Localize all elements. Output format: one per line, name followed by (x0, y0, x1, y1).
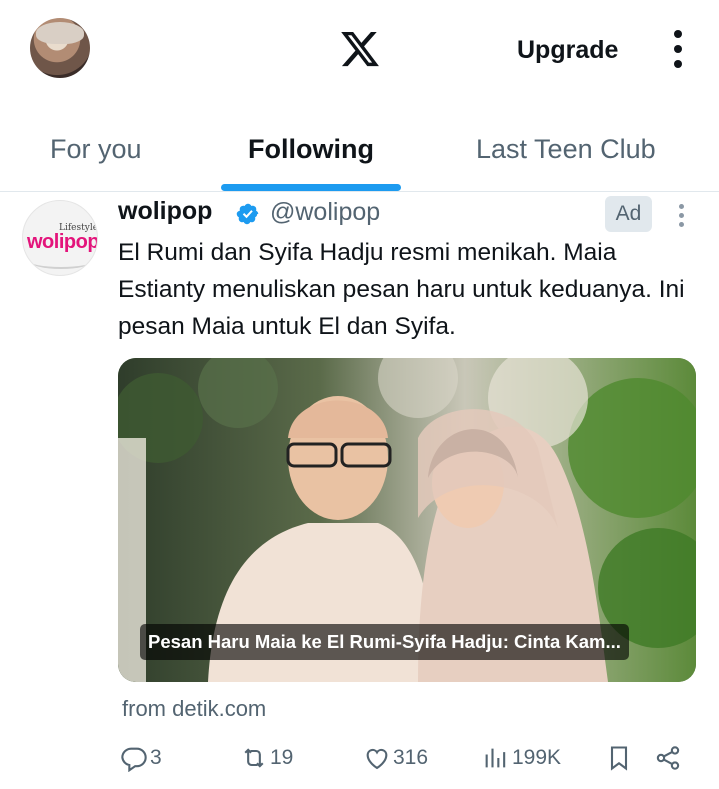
profile-avatar[interactable] (30, 18, 90, 78)
tab-last-teen-club[interactable]: Last Teen Club (476, 134, 656, 165)
like-count: 316 (393, 746, 429, 769)
repost-button[interactable]: 19 (240, 740, 293, 776)
tweet-card[interactable]: Lifestyle wolipop wolipop @wolipop Ad El… (0, 192, 719, 789)
upgrade-button[interactable]: Upgrade (517, 36, 618, 65)
share-button[interactable] (654, 740, 684, 776)
author-handle[interactable]: @wolipop (270, 198, 380, 227)
x-logo-icon[interactable] (338, 28, 382, 70)
repost-icon (244, 748, 264, 768)
ad-badge: Ad (605, 196, 652, 232)
tab-following[interactable]: Following (248, 134, 374, 165)
media-source[interactable]: from detik.com (122, 696, 266, 722)
logo-wordmark: wolipop (27, 231, 98, 253)
repost-count: 19 (270, 746, 294, 769)
tweet-more-icon[interactable] (677, 204, 685, 230)
top-bar: Upgrade (0, 0, 719, 100)
verified-badge-icon (236, 203, 259, 225)
bookmark-button[interactable] (605, 740, 635, 776)
tweet-actions: 3 19 316 199K (0, 740, 719, 780)
like-button[interactable]: 316 (363, 740, 428, 776)
bookmark-icon (610, 746, 628, 771)
reply-icon (121, 747, 147, 772)
timeline-tabs: For you Following Last Teen Club (0, 104, 719, 192)
active-tab-indicator (221, 184, 401, 191)
reply-button[interactable]: 3 (120, 740, 162, 776)
views-count: 199K (512, 746, 562, 769)
media-caption: Pesan Haru Maia ke El Rumi-Syifa Hadju: … (140, 624, 629, 660)
tweet-media-card[interactable]: Pesan Haru Maia ke El Rumi-Syifa Hadju: … (118, 358, 696, 682)
views-button[interactable]: 199K (482, 740, 561, 776)
share-icon (656, 746, 680, 770)
tab-for-you[interactable]: For you (50, 134, 142, 165)
tweet-text: El Rumi dan Syifa Hadju resmi menikah. M… (118, 239, 685, 340)
more-vertical-icon[interactable] (669, 30, 687, 70)
views-icon (485, 748, 506, 768)
author-name[interactable]: wolipop (118, 197, 212, 226)
reply-count: 3 (150, 746, 162, 769)
publisher-avatar[interactable]: Lifestyle wolipop (22, 200, 98, 276)
like-icon (366, 748, 388, 770)
